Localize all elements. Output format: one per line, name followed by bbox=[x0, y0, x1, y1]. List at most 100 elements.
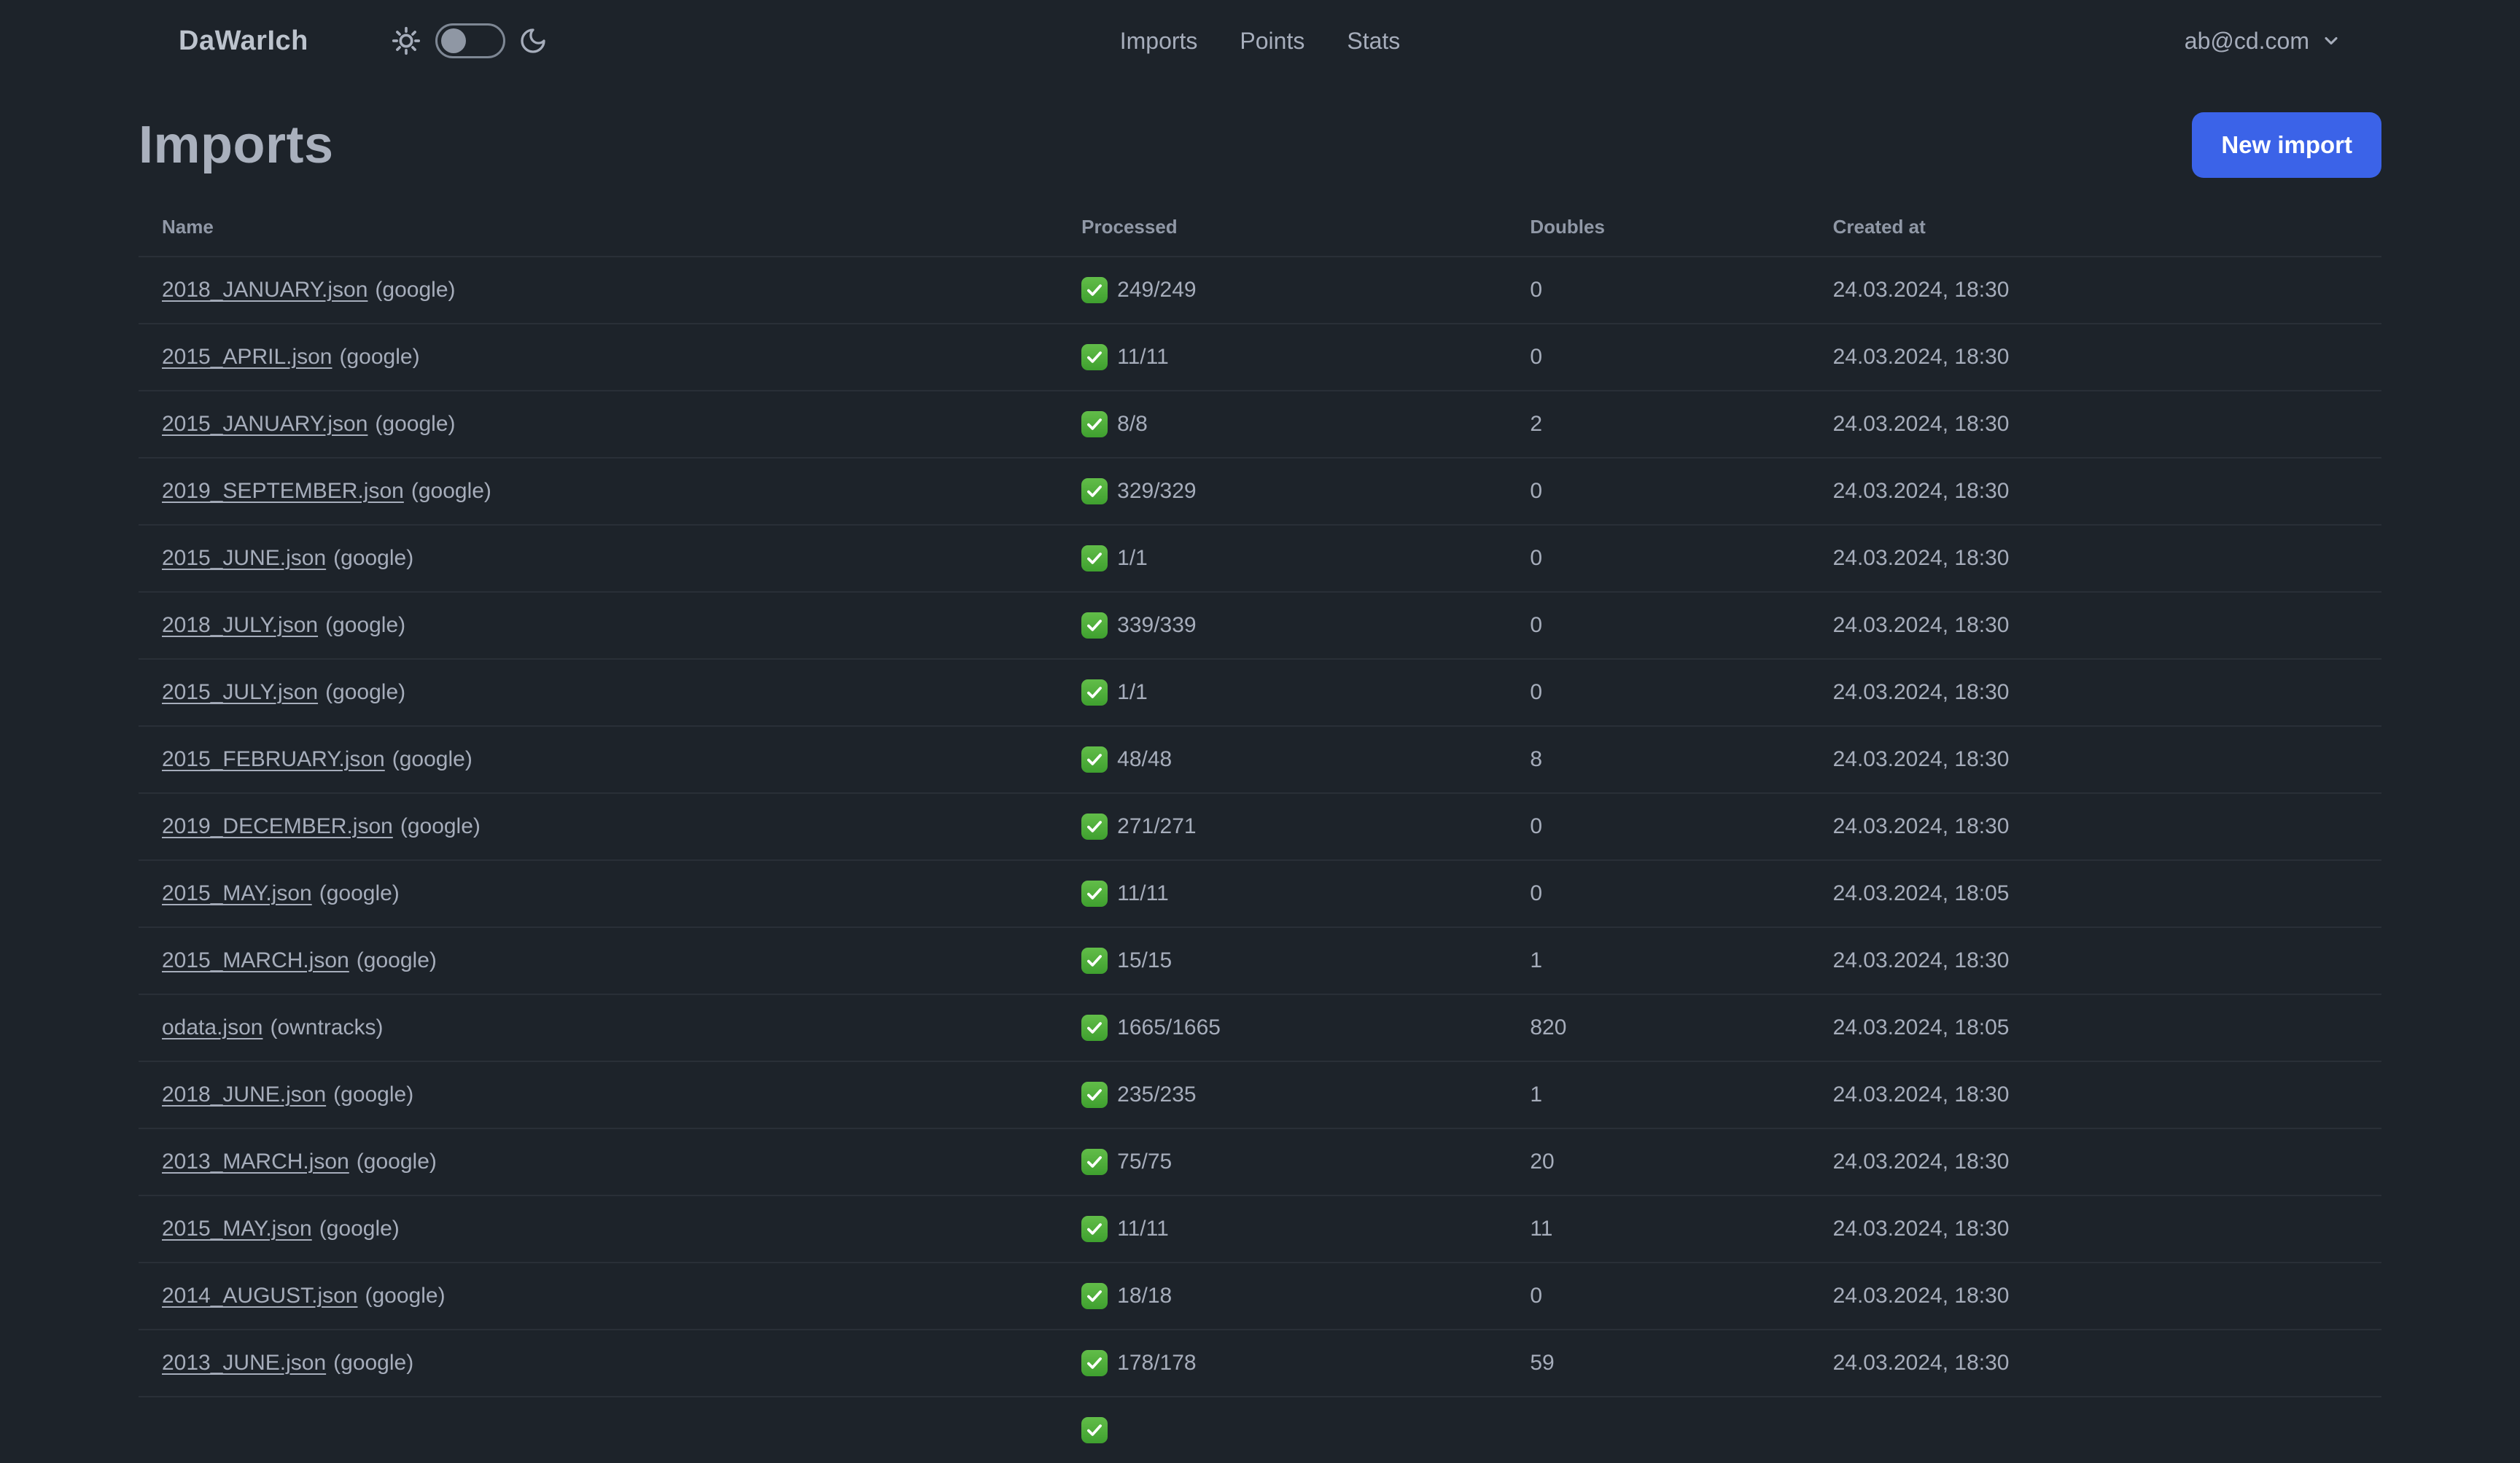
import-file-link[interactable]: 2014_AUGUST.json bbox=[162, 1284, 357, 1308]
cell-created-at: 24.03.2024, 18:30 bbox=[1832, 412, 2010, 436]
cell-processed: 11/11 bbox=[1058, 1195, 1506, 1263]
success-check-icon bbox=[1081, 344, 1108, 370]
cell-created-at: 24.03.2024, 18:30 bbox=[1832, 948, 2010, 972]
cell-doubles: 20 bbox=[1530, 1150, 1555, 1174]
import-file-link[interactable]: 2019_DECEMBER.json bbox=[162, 814, 393, 838]
import-file-link[interactable]: 2015_MAY.json bbox=[162, 1217, 312, 1241]
cell-name: 2015_MAY.json (google) bbox=[139, 1195, 1058, 1263]
nav-link-points[interactable]: Points bbox=[1240, 28, 1304, 55]
cell-name: odata.json (owntracks) bbox=[139, 994, 1058, 1061]
import-source-label: (google) bbox=[365, 1284, 446, 1308]
cell-created-at: 24.03.2024, 18:30 bbox=[1832, 1351, 2010, 1375]
import-file-link[interactable]: 2015_JULY.json bbox=[162, 680, 318, 704]
cell-processed: 8/8 bbox=[1058, 391, 1506, 458]
import-source-label: (google) bbox=[411, 479, 491, 503]
table-row: 2019_DECEMBER.json (google) 271/271 0 24.… bbox=[139, 793, 2381, 860]
import-source-label: (google) bbox=[333, 1082, 414, 1107]
cell-created-at: 24.03.2024, 18:30 bbox=[1832, 1217, 2010, 1241]
cell-name: 2013_MARCH.json (google) bbox=[139, 1128, 1058, 1195]
import-file-link[interactable]: 2015_JUNE.json bbox=[162, 546, 326, 570]
processed-count: 15/15 bbox=[1117, 948, 1172, 972]
cell-name: 2019_DECEMBER.json (google) bbox=[139, 793, 1058, 860]
nav-link-stats[interactable]: Stats bbox=[1347, 28, 1400, 55]
import-source-label: (google) bbox=[400, 814, 481, 838]
import-file-link[interactable]: 2018_JANUARY.json bbox=[162, 278, 368, 302]
table-row: 2019_SEPTEMBER.json (google) 329/329 0 24… bbox=[139, 458, 2381, 525]
main-content: Imports New import Name Processed Double… bbox=[0, 82, 2520, 1463]
import-file-link[interactable]: 2013_JUNE.json bbox=[162, 1351, 326, 1375]
import-source-label: (google) bbox=[392, 747, 472, 771]
cell-name: 2018_JUNE.json (google) bbox=[139, 1061, 1058, 1128]
theme-switch-track[interactable] bbox=[435, 23, 505, 58]
import-file-link[interactable]: 2015_FEBRUARY.json bbox=[162, 747, 385, 771]
table-header-row: Name Processed Doubles Created at bbox=[139, 200, 2381, 257]
theme-toggle[interactable] bbox=[390, 23, 548, 58]
table-row: 2015_APRIL.json (google) 11/11 0 24.03.20… bbox=[139, 324, 2381, 391]
processed-count: 271/271 bbox=[1117, 814, 1197, 838]
cell-processed: 1/1 bbox=[1058, 659, 1506, 726]
cell-name: 2015_APRIL.json (google) bbox=[139, 324, 1058, 391]
import-file-link[interactable]: 2015_MARCH.json bbox=[162, 948, 349, 972]
success-check-icon bbox=[1081, 277, 1108, 303]
app-logo[interactable]: DaWarIch bbox=[179, 26, 308, 57]
cell-created-at: 24.03.2024, 18:30 bbox=[1832, 345, 2010, 369]
success-check-icon bbox=[1081, 1082, 1108, 1108]
imports-table: Name Processed Doubles Created at 2018_J… bbox=[139, 200, 2381, 1463]
processed-count: 235/235 bbox=[1117, 1082, 1197, 1107]
cell-doubles: 0 bbox=[1530, 881, 1543, 905]
import-file-link[interactable]: 2015_JANUARY.json bbox=[162, 412, 368, 436]
navbar: DaWarIch Imports Points Stats ab@cd.com bbox=[0, 0, 2520, 82]
import-file-link[interactable]: 2015_APRIL.json bbox=[162, 345, 332, 369]
table-row: 2015_JUNE.json (google) 1/1 0 24.03.2024,… bbox=[139, 525, 2381, 592]
success-check-icon bbox=[1081, 1015, 1108, 1041]
import-file-link[interactable]: 2018_JULY.json bbox=[162, 613, 318, 637]
table-row: 2014_AUGUST.json (google) 18/18 0 24.03.2… bbox=[139, 1263, 2381, 1330]
processed-count: 1/1 bbox=[1117, 546, 1148, 570]
import-file-link[interactable]: 2018_JUNE.json bbox=[162, 1082, 326, 1107]
processed-count: 11/11 bbox=[1117, 1217, 1169, 1241]
new-import-button[interactable]: New import bbox=[2192, 112, 2381, 178]
import-file-link[interactable]: 2015_MAY.json bbox=[162, 881, 312, 905]
cell-processed: 249/249 bbox=[1058, 257, 1506, 324]
import-source-label: (google) bbox=[356, 1150, 437, 1174]
table-row: 2018_JANUARY.json (google) 249/249 0 24.0… bbox=[139, 257, 2381, 324]
cell-processed: 1665/1665 bbox=[1058, 994, 1506, 1061]
table-row: 2018_JULY.json (google) 339/339 0 24.03.2… bbox=[139, 592, 2381, 659]
cell-name: 2015_JULY.json (google) bbox=[139, 659, 1058, 726]
processed-count: 329/329 bbox=[1117, 479, 1197, 503]
cell-doubles: 820 bbox=[1530, 1015, 1567, 1039]
processed-count: 11/11 bbox=[1117, 881, 1169, 905]
import-file-link[interactable]: 2019_SEPTEMBER.json bbox=[162, 479, 404, 503]
import-source-label: (google) bbox=[325, 613, 406, 637]
nav-link-imports[interactable]: Imports bbox=[1120, 28, 1198, 55]
import-source-label: (owntracks) bbox=[270, 1015, 384, 1039]
import-file-link[interactable]: odata.json bbox=[162, 1015, 262, 1039]
success-check-icon bbox=[1081, 948, 1108, 974]
processed-count: 249/249 bbox=[1117, 278, 1197, 302]
success-check-icon bbox=[1081, 1216, 1108, 1242]
processed-count: 1/1 bbox=[1117, 680, 1148, 704]
cell-created-at: 24.03.2024, 18:30 bbox=[1832, 479, 2010, 503]
processed-count: 18/18 bbox=[1117, 1284, 1172, 1308]
processed-count: 1665/1665 bbox=[1117, 1015, 1221, 1039]
success-check-icon bbox=[1081, 612, 1108, 639]
success-check-icon bbox=[1081, 411, 1108, 437]
table-row: 2018_JUNE.json (google) 235/235 1 24.03.2… bbox=[139, 1061, 2381, 1128]
import-source-label: (google) bbox=[319, 1217, 400, 1241]
cell-created-at: 24.03.2024, 18:30 bbox=[1832, 1284, 2010, 1308]
page-header: Imports New import bbox=[139, 112, 2381, 178]
cell-created-at: 24.03.2024, 18:30 bbox=[1832, 613, 2010, 637]
import-file-link[interactable]: 2013_MARCH.json bbox=[162, 1150, 349, 1174]
processed-count: 8/8 bbox=[1117, 412, 1148, 436]
table-row: 2015_MARCH.json (google) 15/15 1 24.03.20… bbox=[139, 927, 2381, 994]
cell-doubles: 2 bbox=[1530, 412, 1543, 436]
cell-created-at: 24.03.2024, 18:05 bbox=[1832, 1015, 2010, 1039]
cell-doubles: 0 bbox=[1530, 613, 1543, 637]
cell-created-at: 24.03.2024, 18:30 bbox=[1832, 747, 2010, 771]
user-menu-trigger[interactable]: ab@cd.com bbox=[2185, 28, 2341, 55]
cell-doubles: 1 bbox=[1530, 1082, 1543, 1107]
processed-count: 48/48 bbox=[1117, 747, 1172, 771]
cell-processed: 271/271 bbox=[1058, 793, 1506, 860]
table-row: odata.json (owntracks) 1665/1665 820 24.0… bbox=[139, 994, 2381, 1061]
cell-doubles: 59 bbox=[1530, 1351, 1555, 1375]
